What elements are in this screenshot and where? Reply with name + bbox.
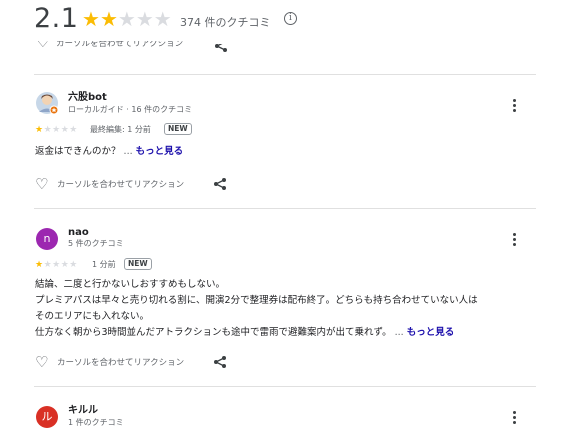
new-badge: NEW <box>124 258 152 270</box>
more-vert-icon[interactable] <box>513 411 517 426</box>
reviewer-name[interactable]: キルル <box>68 405 98 417</box>
overall-rating: 2.1 <box>34 3 79 34</box>
review-text-line: 返金はできんのか？ <box>35 146 121 157</box>
heart-icon[interactable]: ♡ <box>36 41 49 50</box>
reviewer-avatar[interactable] <box>35 91 59 115</box>
review-stars: ★★★★★ <box>35 260 78 270</box>
reviewer-avatar[interactable]: n <box>36 228 58 250</box>
more-vert-icon[interactable] <box>513 233 517 248</box>
info-icon[interactable]: i <box>284 12 297 25</box>
star-filled-icon: ★ <box>35 125 44 135</box>
heart-icon[interactable]: ♡ <box>35 177 48 192</box>
review-count[interactable]: 374 件のクチコミ <box>180 14 271 30</box>
divider <box>34 74 536 75</box>
star-empty-icon: ★ <box>153 7 172 31</box>
review-text-line: 結論、二度と行かないしおすすめもしない。 <box>35 279 226 290</box>
star-empty-icon: ★ <box>135 7 154 31</box>
photo-avatar-icon <box>36 92 59 115</box>
reviewer-subtitle: 5 件のクチコミ <box>68 239 124 248</box>
star-empty-icon: ★★★★ <box>43 260 78 270</box>
review-text-line: プレミアパスは早々と売り切れる割に、開演2分で整理券は配布終了。どちらも持ち合わ… <box>35 295 478 306</box>
star-filled-icon: ★ <box>35 260 44 270</box>
heart-icon[interactable]: ♡ <box>35 355 48 370</box>
review-text-line: そのエリアにも入れない。 <box>35 311 150 322</box>
reaction-label[interactable]: カーソルを合わせてリアクション <box>57 357 184 369</box>
star-filled-icon: ★ <box>82 7 100 31</box>
reviewer-name[interactable]: 六股bot <box>68 92 107 104</box>
divider <box>34 208 536 209</box>
more-link[interactable]: もっと見る <box>136 146 184 157</box>
reviewer-name[interactable]: nao <box>68 227 89 239</box>
review-time: 最終編集: 1 分前 <box>90 125 151 134</box>
reviewer-avatar[interactable]: ル <box>36 406 58 428</box>
reaction-row-clipped: ♡ カーソルを合わせてリアクション <box>36 41 236 53</box>
divider <box>34 386 536 387</box>
review-time: 1 分前 <box>92 260 116 269</box>
avatar-letter: n <box>43 232 51 245</box>
new-badge: NEW <box>164 123 192 135</box>
avatar-letter: ル <box>41 410 53 423</box>
star-filled-icon: ★ <box>99 7 118 31</box>
overall-stars: ★★★★★ <box>82 8 172 30</box>
ellipsis: ... <box>394 327 404 338</box>
star-empty-icon: ★★★★ <box>43 125 78 135</box>
star-empty-icon: ★ <box>117 7 136 31</box>
share-icon[interactable] <box>213 177 227 191</box>
reaction-label[interactable]: カーソルを合わせてリアクション <box>56 41 183 50</box>
ellipsis: ... <box>123 146 133 157</box>
reviewer-subtitle: 1 件のクチコミ <box>68 418 124 427</box>
review-text-line: 仕方なく朝から3時間並んだアトラクションも途中で雷雨で避難案内が出て乗れず。 <box>35 327 392 338</box>
review-text: 返金はできんのか？ ... もっと見る <box>35 144 183 160</box>
share-icon-clipped[interactable] <box>214 44 228 53</box>
review-text: 仕方なく朝から3時間並んだアトラクションも途中で雷雨で避難案内が出て乗れず。 .… <box>35 325 454 341</box>
review-stars: ★★★★★ <box>35 125 78 135</box>
more-link[interactable]: もっと見る <box>407 327 455 338</box>
share-icon[interactable] <box>213 355 227 369</box>
more-vert-icon[interactable] <box>513 99 517 114</box>
reviewer-subtitle: ローカルガイド · 16 件のクチコミ <box>68 105 193 114</box>
reaction-label[interactable]: カーソルを合わせてリアクション <box>57 179 184 191</box>
share-icon[interactable] <box>214 44 228 53</box>
